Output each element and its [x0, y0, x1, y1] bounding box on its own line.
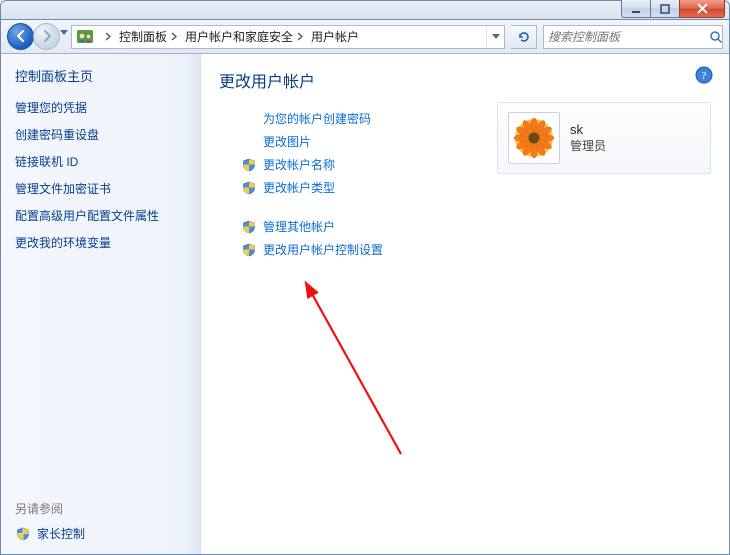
- breadcrumb-item[interactable]: 用户帐户和家庭安全: [181, 26, 307, 48]
- shield-icon: [241, 219, 257, 235]
- task-label: 为您的帐户创建密码: [263, 110, 371, 127]
- account-name: sk: [570, 122, 606, 137]
- chevron-right-icon: [171, 32, 177, 41]
- close-button[interactable]: [679, 0, 725, 18]
- page-heading: 更改用户帐户: [219, 68, 711, 92]
- forward-button[interactable]: [33, 23, 60, 50]
- task-label: 更改图片: [263, 133, 311, 150]
- svg-text:?: ?: [702, 70, 707, 82]
- breadcrumb-label: 控制面板: [119, 28, 167, 45]
- window-titlebar: [0, 0, 730, 20]
- sidebar-link-env-vars[interactable]: 更改我的环境变量: [15, 234, 186, 251]
- content-pane: ? 更改用户帐户 为您的帐户创建密码 更改图片: [201, 54, 729, 554]
- shield-icon: [241, 157, 257, 173]
- history-dropdown-icon[interactable]: [60, 30, 68, 35]
- search-icon: [709, 30, 723, 44]
- maximize-button[interactable]: [650, 0, 680, 18]
- breadcrumb-label: 用户帐户和家庭安全: [185, 28, 293, 45]
- sidebar-title[interactable]: 控制面板主页: [15, 66, 186, 85]
- navigation-bar: 控制面板 用户帐户和家庭安全 用户帐户: [0, 20, 730, 54]
- shield-icon: [241, 180, 257, 196]
- chevron-right-icon: [105, 32, 111, 41]
- sidebar-link-online-id[interactable]: 链接联机 ID: [15, 153, 186, 170]
- shield-icon: [15, 526, 31, 542]
- task-manage-other-accounts[interactable]: 管理其他帐户: [241, 218, 711, 235]
- sidebar-link-advanced-profile[interactable]: 配置高级用户配置文件属性: [15, 207, 186, 224]
- search-input[interactable]: [544, 26, 709, 48]
- breadcrumb-item[interactable]: 用户帐户: [307, 26, 363, 48]
- breadcrumb: 控制面板 用户帐户和家庭安全 用户帐户: [97, 26, 363, 48]
- search-box[interactable]: [543, 25, 723, 49]
- task-label: 更改帐户类型: [263, 179, 335, 196]
- see-also-item-label: 家长控制: [37, 525, 85, 542]
- breadcrumb-sep-initial[interactable]: [97, 26, 115, 48]
- account-role: 管理员: [570, 137, 606, 154]
- task-change-type[interactable]: 更改帐户类型: [241, 179, 711, 196]
- breadcrumb-item[interactable]: 控制面板: [115, 26, 181, 48]
- see-also-parental-controls[interactable]: 家长控制: [15, 525, 186, 542]
- task-label: 管理其他帐户: [263, 218, 335, 235]
- breadcrumb-label: 用户帐户: [311, 28, 359, 45]
- task-label: 更改用户帐户控制设置: [263, 241, 383, 258]
- avatar: [508, 112, 560, 164]
- user-accounts-icon: [75, 27, 95, 47]
- task-group-2: 管理其他帐户 更改用户帐户控制设置: [241, 218, 711, 258]
- refresh-button[interactable]: [511, 25, 537, 49]
- sidebar-link-encryption-cert[interactable]: 管理文件加密证书: [15, 180, 186, 197]
- address-bar[interactable]: 控制面板 用户帐户和家庭安全 用户帐户: [71, 25, 505, 49]
- back-button[interactable]: [7, 23, 34, 50]
- sidebar-link-credentials[interactable]: 管理您的凭据: [15, 99, 186, 116]
- task-label: 更改帐户名称: [263, 156, 335, 173]
- account-tile: sk 管理员: [497, 102, 711, 174]
- address-dropdown-button[interactable]: [486, 26, 504, 48]
- shield-icon: [241, 242, 257, 258]
- task-change-uac-settings[interactable]: 更改用户帐户控制设置: [241, 241, 711, 258]
- sidebar-link-password-reset-disk[interactable]: 创建密码重设盘: [15, 126, 186, 143]
- see-also-label: 另请参阅: [15, 500, 186, 517]
- sidebar: 控制面板主页 管理您的凭据 创建密码重设盘 链接联机 ID 管理文件加密证书 配…: [1, 54, 201, 554]
- help-icon[interactable]: ?: [695, 66, 713, 84]
- chevron-right-icon: [297, 32, 303, 41]
- flower-avatar-icon: [512, 116, 556, 160]
- minimize-button[interactable]: [621, 0, 651, 18]
